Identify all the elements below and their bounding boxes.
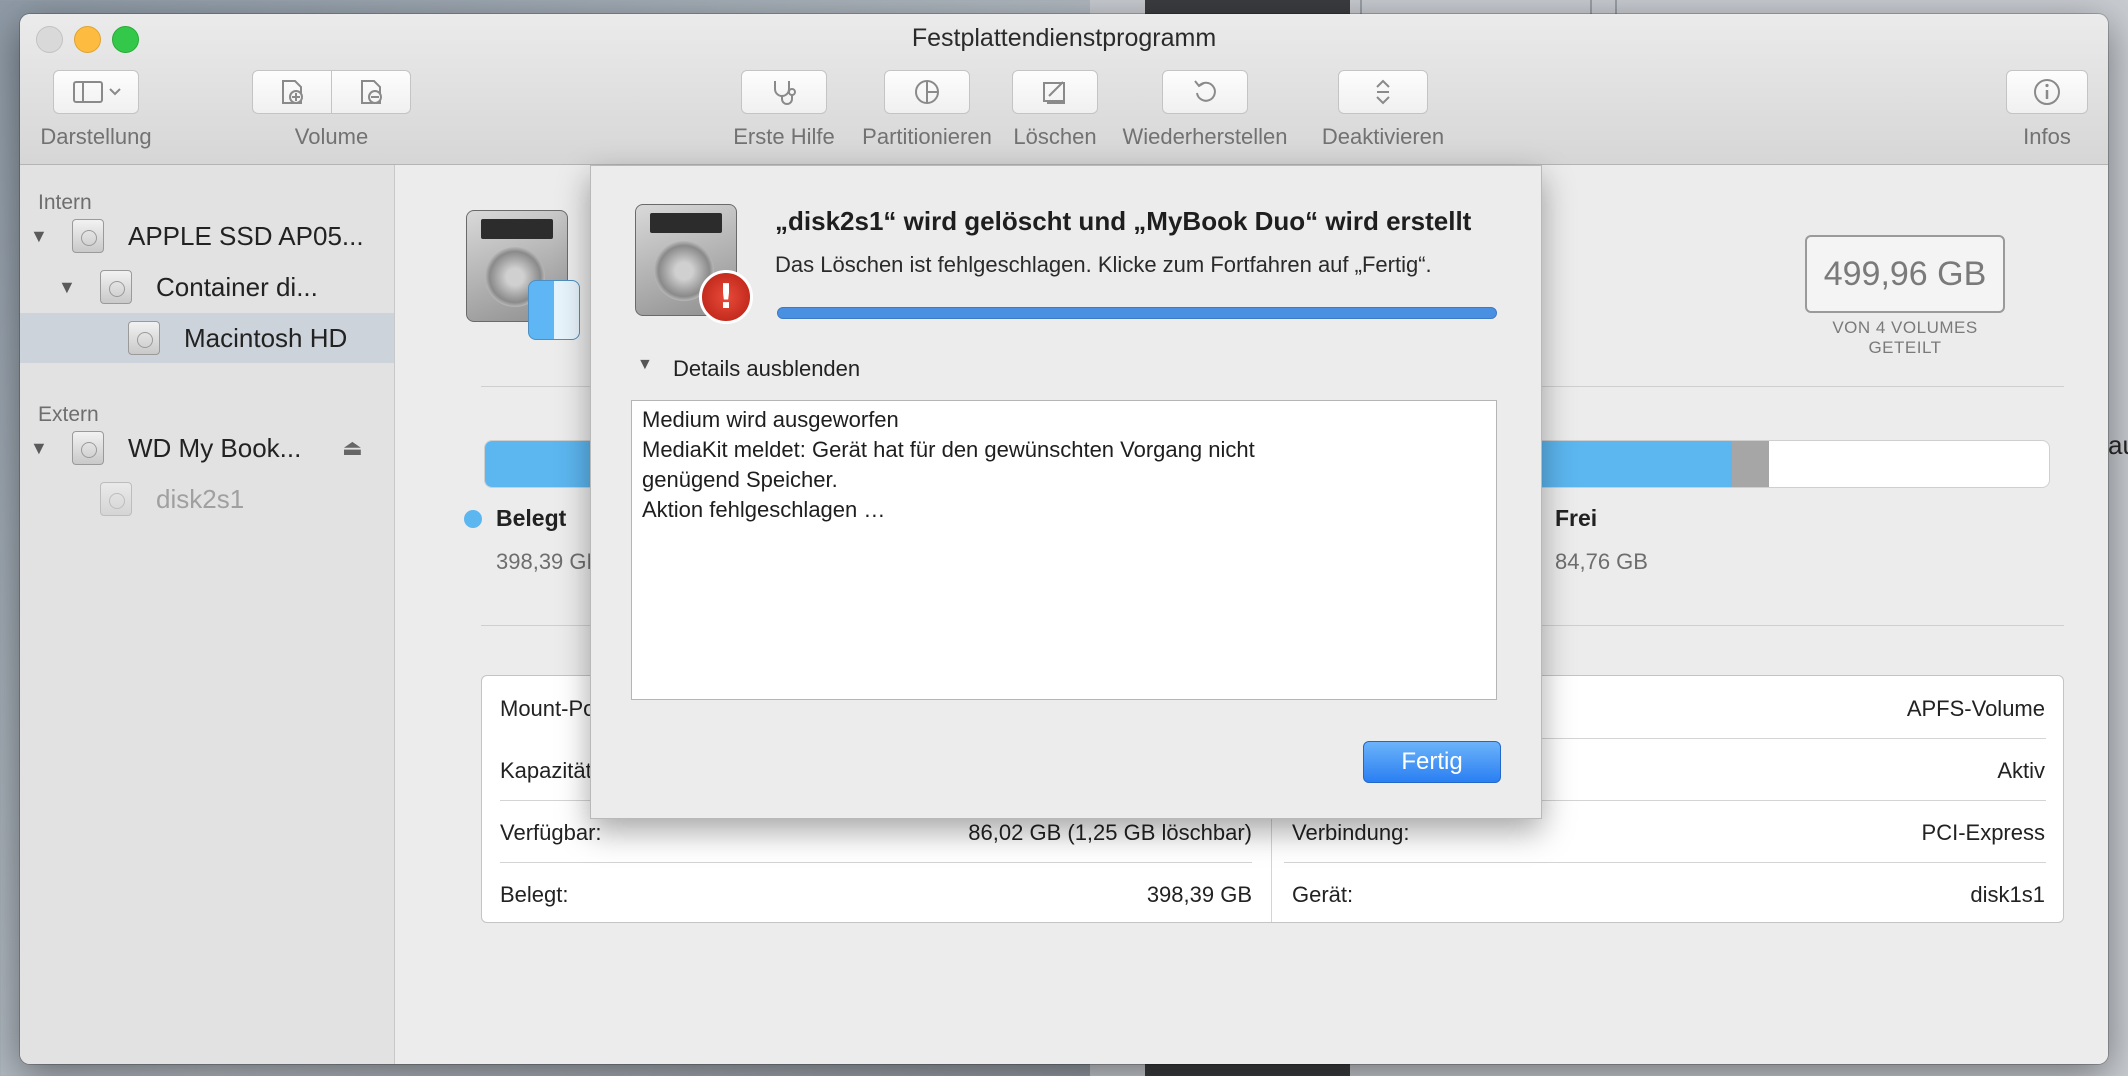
erase-progress-sheet: ! „disk2s1“ wird gelöscht und „MyBook Du… bbox=[590, 165, 1542, 819]
info-label: Infos bbox=[2023, 124, 2071, 149]
remove-volume-button[interactable] bbox=[331, 70, 411, 114]
volume-label: Volume bbox=[294, 124, 369, 149]
info-label-available: Verfügbar: bbox=[500, 820, 602, 845]
partition-button[interactable] bbox=[884, 70, 970, 114]
sidebar-toggle-icon bbox=[73, 81, 121, 103]
info-value-available: 86,02 GB (1,25 GB löschbar) bbox=[968, 820, 1252, 845]
info-button[interactable] bbox=[2006, 70, 2088, 114]
pie-partition-icon bbox=[915, 80, 939, 104]
info-label-capacity: Kapazität: bbox=[500, 758, 598, 783]
used-legend-value: 398,39 GB bbox=[496, 549, 602, 574]
stethoscope-icon bbox=[774, 81, 796, 105]
sheet-message: Das Löschen ist fehlgeschlagen. Klicke z… bbox=[775, 252, 1432, 277]
sidebar-item-label: Macintosh HD bbox=[184, 322, 348, 353]
external-disk-icon bbox=[72, 431, 104, 465]
finder-icon bbox=[528, 280, 580, 340]
window-title: Festplattendienstprogramm bbox=[911, 24, 1217, 52]
info-value-device: disk1s1 bbox=[1970, 882, 2045, 907]
restore-button[interactable] bbox=[1162, 70, 1248, 114]
details-disclosure-icon[interactable]: ▼ bbox=[637, 356, 653, 374]
free-legend-title: Frei bbox=[1555, 505, 1598, 531]
eject-icon[interactable]: ⏏ bbox=[342, 435, 363, 461]
partition-label: Partitionieren bbox=[862, 124, 992, 149]
log-line: Aktion fehlgeschlagen … bbox=[642, 497, 886, 522]
used-legend-dot bbox=[464, 510, 482, 528]
sidebar-item-label: disk2s1 bbox=[156, 483, 245, 514]
free-legend-value: 84,76 GB bbox=[1555, 549, 1648, 574]
sidebar-item-label: WD My Book... bbox=[128, 432, 302, 463]
remove-volume-icon bbox=[361, 80, 382, 104]
row-divider bbox=[1284, 862, 2046, 863]
disclosure-triangle-icon[interactable]: ▼ bbox=[30, 438, 48, 459]
log-line: MediaKit meldet: Gerät hat für den gewün… bbox=[642, 437, 1261, 492]
log-line: Medium wird ausgeworfen bbox=[642, 407, 899, 432]
info-label-device: Gerät: bbox=[1292, 882, 1354, 907]
usage-other-segment bbox=[1731, 441, 1770, 487]
background-text-fragment: au bbox=[2108, 430, 2128, 460]
used-legend-title: Belegt bbox=[496, 505, 567, 531]
unmount-label: Deaktivieren bbox=[1321, 124, 1445, 149]
sidebar-item-apple-ssd[interactable]: ▼ APPLE SSD AP05... bbox=[20, 211, 394, 261]
erase-label: Löschen bbox=[1013, 124, 1097, 149]
container-disk-icon bbox=[100, 270, 132, 304]
row-divider bbox=[500, 862, 1252, 863]
view-button[interactable] bbox=[53, 70, 139, 114]
view-label: Darstellung bbox=[40, 124, 152, 149]
info-value-type: APFS-Volume bbox=[1906, 696, 2045, 721]
info-value-connection: PCI-Express bbox=[1921, 820, 2045, 845]
info-icon bbox=[2034, 79, 2060, 105]
toolbar: Festplattendienstprogramm Darstellung Vo… bbox=[20, 14, 2108, 165]
volume-disk-icon bbox=[128, 321, 160, 355]
sidebar-item-macintosh-hd[interactable]: Macintosh HD bbox=[20, 313, 394, 363]
sidebar-item-wd-mybook[interactable]: ▼ WD My Book... ⏏ bbox=[20, 423, 394, 473]
disclosure-triangle-icon[interactable]: ▼ bbox=[30, 226, 48, 247]
internal-disk-icon bbox=[72, 219, 104, 253]
erase-icon bbox=[1043, 81, 1065, 104]
sidebar: Intern ▼ APPLE SSD AP05... ▼ Container d… bbox=[20, 165, 395, 1064]
first-aid-label: Erste Hilfe bbox=[733, 124, 835, 149]
sidebar-item-container[interactable]: ▼ Container di... bbox=[20, 262, 394, 312]
sidebar-item-label: Container di... bbox=[156, 271, 318, 302]
sidebar-item-disk2s1[interactable]: disk2s1 bbox=[20, 474, 394, 524]
done-button[interactable]: Fertig bbox=[1363, 741, 1501, 783]
info-label-mount-point: Mount-Poi bbox=[500, 696, 601, 721]
details-log[interactable]: Medium wird ausgeworfen MediaKit meldet:… bbox=[631, 400, 1497, 700]
restore-label: Wiederherstellen bbox=[1122, 124, 1288, 149]
volume-disk-icon bbox=[100, 482, 132, 516]
add-volume-icon bbox=[282, 80, 303, 104]
first-aid-button[interactable] bbox=[741, 70, 827, 114]
info-label-connection: Verbindung: bbox=[1292, 820, 1410, 845]
info-value-used: 398,39 GB bbox=[1146, 882, 1252, 907]
disclosure-triangle-icon[interactable]: ▼ bbox=[58, 277, 76, 298]
sidebar-item-label: APPLE SSD AP05... bbox=[128, 220, 364, 251]
progress-bar bbox=[777, 307, 1497, 319]
error-alert-icon: ! bbox=[699, 270, 753, 324]
info-value-status: Aktiv bbox=[1997, 758, 2045, 783]
unmount-icon bbox=[1376, 79, 1390, 105]
unmount-button[interactable] bbox=[1338, 70, 1428, 114]
capacity-box: 499,96 GB bbox=[1805, 235, 2005, 313]
add-volume-button[interactable] bbox=[252, 70, 332, 114]
restore-arrow-icon bbox=[1194, 80, 1216, 102]
erase-button[interactable] bbox=[1012, 70, 1098, 114]
details-toggle[interactable]: Details ausblenden bbox=[673, 356, 860, 382]
sheet-title: „disk2s1“ wird gelöscht und „MyBook Duo“… bbox=[775, 206, 1472, 236]
info-label-used: Belegt: bbox=[500, 882, 569, 907]
capacity-subtitle: VON 4 VOLUMES GETEILT bbox=[1832, 318, 1978, 357]
